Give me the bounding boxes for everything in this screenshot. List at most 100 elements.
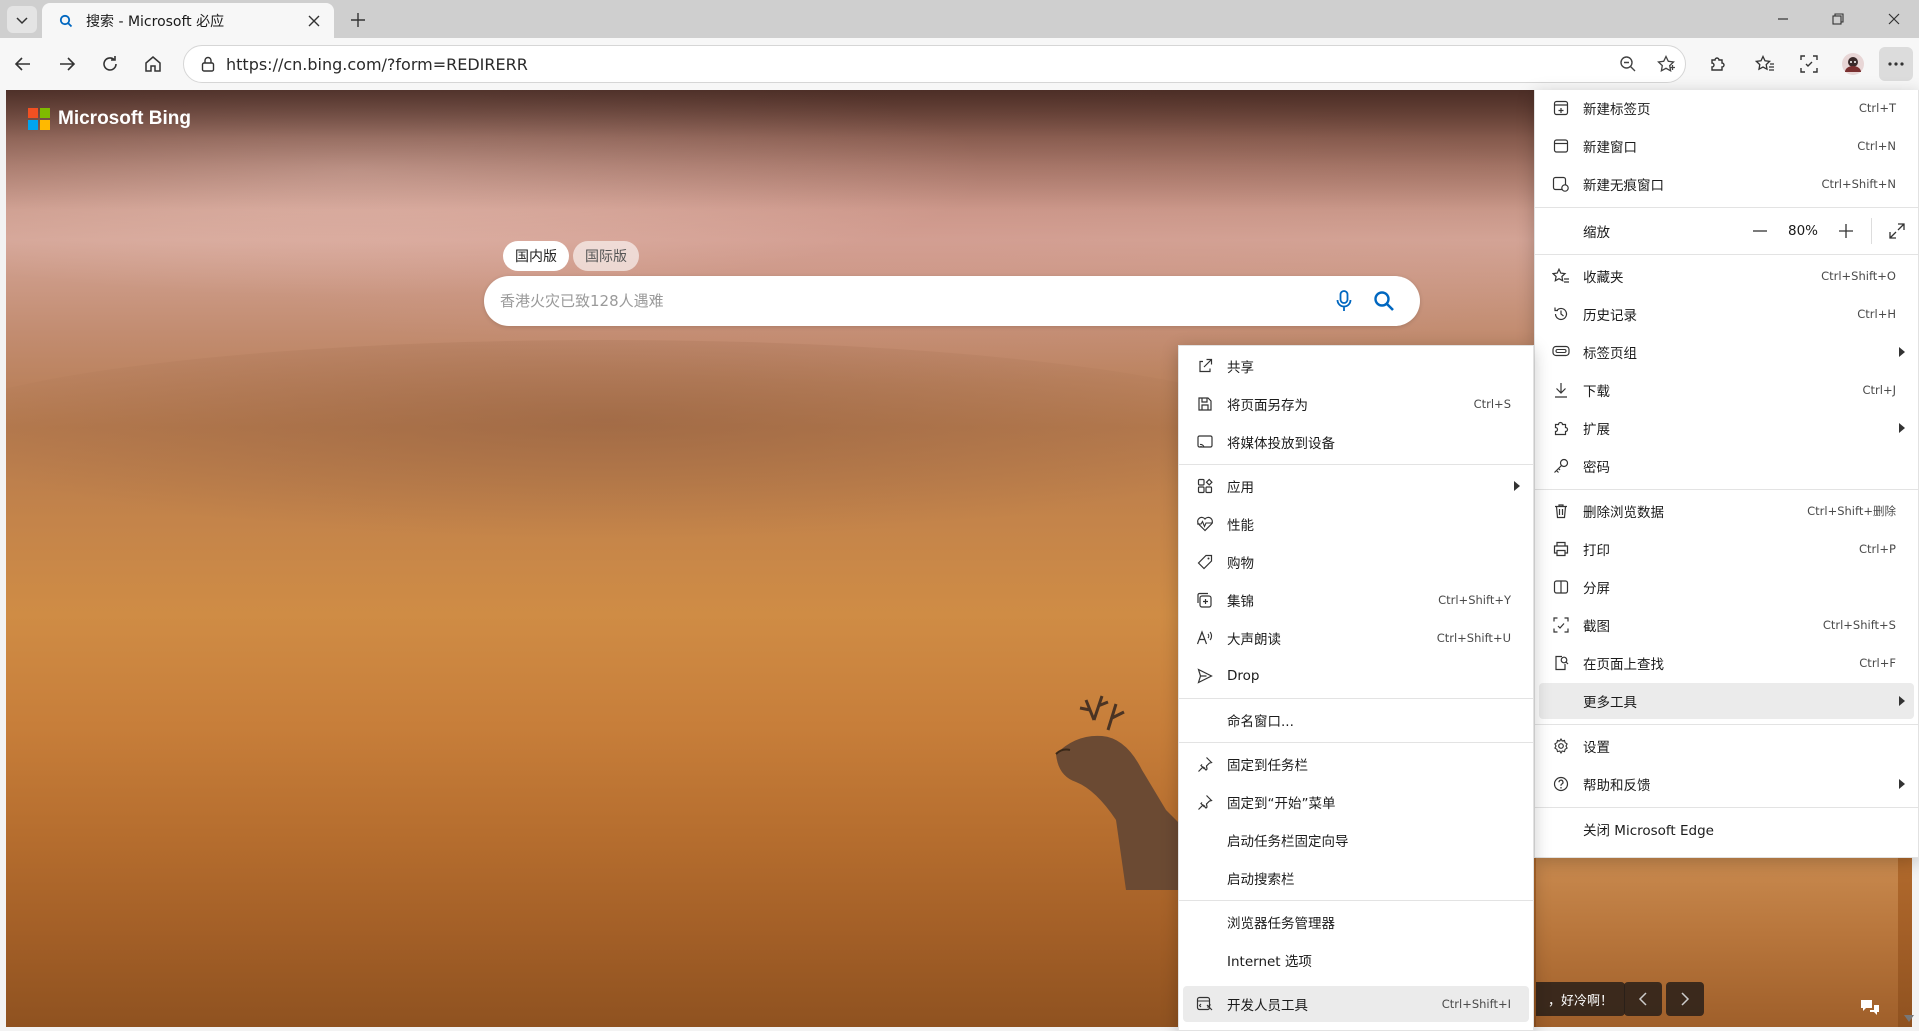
preview-caption[interactable]: ，好冷啊！ [1536, 982, 1626, 1016]
search-icon[interactable] [1364, 281, 1404, 321]
microphone-icon[interactable] [1324, 281, 1364, 321]
region-tabs: 国内版 国际版 [503, 241, 639, 271]
next-image-button[interactable] [1666, 982, 1704, 1016]
more-tools-submenu: 共享 将页面另存为 Ctrl+S 将媒体投放到设备 应用 性能 购物 集锦 Ct… [1178, 345, 1534, 1031]
menu-divider [1179, 900, 1533, 901]
menu-print[interactable]: 打印 Ctrl+P [1539, 531, 1914, 567]
favorites-button[interactable] [1748, 47, 1782, 81]
submenu-read-aloud[interactable]: 大声朗读 Ctrl+Shift+U [1183, 620, 1529, 656]
submenu-performance[interactable]: 性能 [1183, 506, 1529, 542]
tab-domestic[interactable]: 国内版 [503, 241, 569, 271]
menu-label: 打印 [1583, 543, 1610, 559]
menu-more-tools[interactable]: 更多工具 [1539, 683, 1914, 719]
menu-clear-data[interactable]: 删除浏览数据 Ctrl+Shift+删除 [1539, 493, 1914, 529]
submenu-share[interactable]: 共享 [1183, 348, 1529, 384]
chat-icon[interactable] [1856, 996, 1884, 1020]
extensions-button[interactable] [1701, 47, 1735, 81]
menu-find[interactable]: 在页面上查找 Ctrl+F [1539, 645, 1914, 681]
submenu-task-manager[interactable]: 浏览器任务管理器 [1183, 904, 1529, 940]
address-bar[interactable]: https://cn.bing.com/?form=REDIRERR [183, 45, 1686, 83]
menu-label: Internet 选项 [1227, 954, 1312, 970]
back-button[interactable] [6, 47, 40, 81]
url-text[interactable]: https://cn.bing.com/?form=REDIRERR [226, 55, 1609, 74]
submenu-pin-start[interactable]: 固定到“开始”菜单 [1183, 784, 1529, 820]
home-button[interactable] [136, 47, 170, 81]
chevron-down-icon [16, 16, 28, 24]
search-input[interactable] [500, 292, 1324, 310]
lock-icon[interactable] [190, 56, 226, 72]
menu-history[interactable]: 历史记录 Ctrl+H [1539, 296, 1914, 332]
menu-shortcut: Ctrl+Shift+删除 [1807, 504, 1896, 518]
submenu-drop[interactable]: Drop [1183, 658, 1529, 694]
bing-logo[interactable]: Microsoft Bing [28, 108, 191, 130]
menu-label: 截图 [1583, 619, 1610, 635]
submenu-internet-options[interactable]: Internet 选项 [1183, 942, 1529, 978]
menu-label: 标签页组 [1583, 346, 1637, 362]
minimize-icon [1778, 18, 1788, 20]
submenu-save-as[interactable]: 将页面另存为 Ctrl+S [1183, 386, 1529, 422]
tab-international[interactable]: 国际版 [573, 241, 639, 271]
menu-passwords[interactable]: 密码 [1539, 448, 1914, 484]
submenu-cast[interactable]: 将媒体投放到设备 [1183, 424, 1529, 460]
close-window-button[interactable] [1866, 0, 1919, 38]
settings-menu: 新建标签页 Ctrl+T 新建窗口 Ctrl+N 新建无痕窗口 Ctrl+Shi… [1534, 90, 1919, 858]
menu-close-edge[interactable]: 关闭 Microsoft Edge [1539, 811, 1914, 847]
tab-close-button[interactable] [304, 11, 324, 31]
menu-tab-groups[interactable]: 标签页组 [1539, 334, 1914, 370]
submenu-search-bar[interactable]: 启动搜索栏 [1183, 860, 1529, 896]
restore-button[interactable] [1810, 0, 1866, 38]
tab-active[interactable]: 搜索 - Microsoft 必应 [42, 3, 334, 38]
submenu-apps[interactable]: 应用 [1183, 468, 1529, 504]
menu-shortcut: Ctrl+F [1859, 656, 1896, 670]
menu-shortcut: Ctrl+Shift+Y [1438, 593, 1511, 607]
menu-extensions[interactable]: 扩展 [1539, 410, 1914, 446]
search-box [484, 276, 1420, 326]
minimize-button[interactable] [1755, 0, 1811, 38]
menu-screenshot[interactable]: 截图 Ctrl+Shift+S [1539, 607, 1914, 643]
submenu-pin-taskbar[interactable]: 固定到任务栏 [1183, 746, 1529, 782]
forward-button[interactable] [50, 47, 84, 81]
submenu-dev-tools[interactable]: 开发人员工具 Ctrl+Shift+I [1183, 986, 1529, 1022]
previous-image-button[interactable] [1624, 982, 1662, 1016]
menu-label: 应用 [1227, 480, 1254, 496]
menu-help[interactable]: 帮助和反馈 [1539, 766, 1914, 802]
settings-and-more-button[interactable] [1879, 47, 1913, 81]
favorite-star-icon[interactable] [1647, 55, 1685, 73]
menu-shortcut: Ctrl+Shift+O [1821, 269, 1896, 283]
menu-favorites[interactable]: 收藏夹 Ctrl+Shift+O [1539, 258, 1914, 294]
new-tab-icon [1539, 100, 1583, 116]
tab-actions-button[interactable] [7, 6, 37, 33]
menu-label: 共享 [1227, 360, 1254, 376]
menu-new-tab[interactable]: 新建标签页 Ctrl+T [1539, 90, 1914, 126]
submenu-name-window[interactable]: 命名窗口... [1183, 702, 1529, 738]
refresh-button[interactable] [93, 47, 127, 81]
menu-shortcut: Ctrl+J [1862, 383, 1897, 397]
menu-new-inprivate[interactable]: 新建无痕窗口 Ctrl+Shift+N [1539, 166, 1914, 202]
collections-button[interactable] [1792, 47, 1826, 81]
zoom-out-icon[interactable] [1609, 55, 1647, 73]
menu-new-window[interactable]: 新建窗口 Ctrl+N [1539, 128, 1914, 164]
menu-label: 将页面另存为 [1227, 398, 1308, 414]
new-tab-button[interactable] [344, 6, 372, 34]
menu-split-screen[interactable]: 分屏 [1539, 569, 1914, 605]
apps-icon [1183, 478, 1227, 494]
profile-button[interactable] [1836, 47, 1870, 81]
scroll-down-button[interactable] [1902, 1012, 1916, 1026]
menu-label: 新建标签页 [1583, 102, 1651, 118]
menu-label: 启动搜索栏 [1227, 872, 1295, 888]
menu-label: 大声朗读 [1227, 632, 1281, 648]
background-hill [6, 340, 1306, 540]
pin-icon [1183, 794, 1227, 810]
menu-divider [1535, 724, 1918, 725]
menu-label: 启动任务栏固定向导 [1227, 834, 1349, 850]
menu-downloads[interactable]: 下载 Ctrl+J [1539, 372, 1914, 408]
menu-label: 将媒体投放到设备 [1227, 436, 1335, 452]
submenu-shopping[interactable]: 购物 [1183, 544, 1529, 580]
zoom-in-button[interactable] [1829, 214, 1863, 248]
fullscreen-button[interactable] [1880, 214, 1914, 248]
zoom-out-button[interactable] [1743, 214, 1777, 248]
submenu-taskbar-wizard[interactable]: 启动任务栏固定向导 [1183, 822, 1529, 858]
submenu-collections[interactable]: 集锦 Ctrl+Shift+Y [1183, 582, 1529, 618]
menu-divider [1535, 489, 1918, 490]
menu-settings[interactable]: 设置 [1539, 728, 1914, 764]
